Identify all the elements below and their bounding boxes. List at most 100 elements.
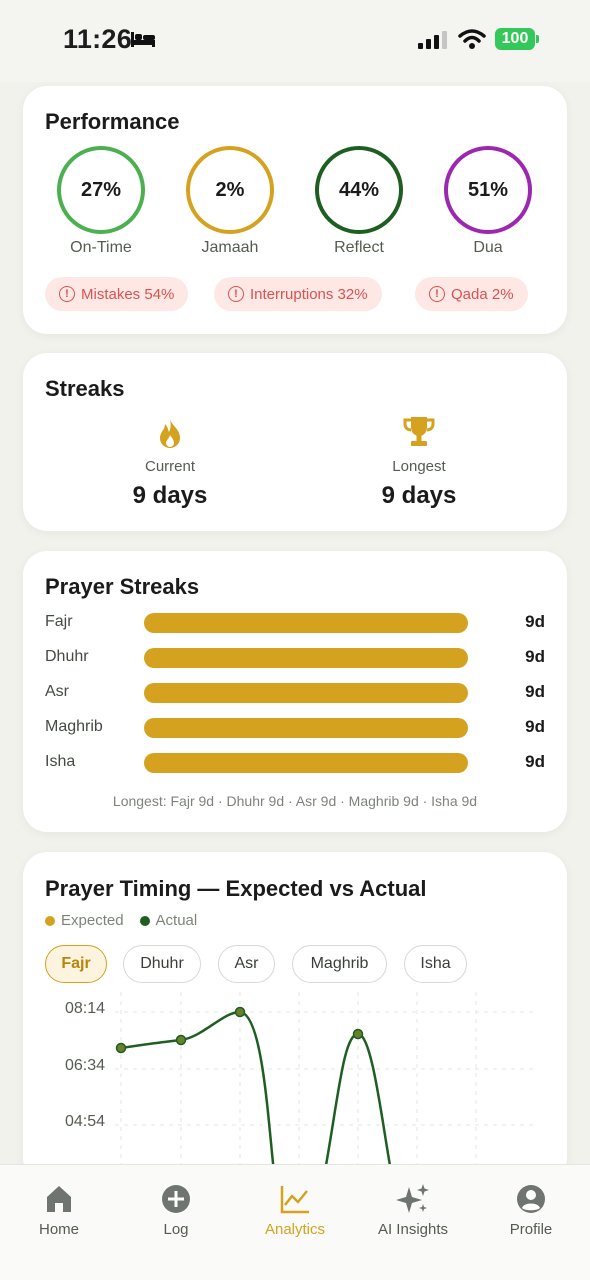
bottom-tab-bar: Home Log Analytics AI Insights Profile <box>0 1164 590 1280</box>
tab-home[interactable]: Home <box>4 1183 114 1238</box>
bed-icon <box>131 32 155 47</box>
ring-label: On-Time <box>70 239 132 256</box>
battery-indicator: 100 <box>495 28 535 50</box>
streaks-card: Streaks Current 9 days Longest 9 days <box>23 353 567 531</box>
alert-icon: ! <box>59 286 75 302</box>
current-streak-value: 9 days <box>132 482 208 509</box>
prayer-streak-row: Asr 9d <box>45 681 545 705</box>
tab-label: AI Insights <box>377 1221 449 1238</box>
alert-icon: ! <box>228 286 244 302</box>
tab-profile[interactable]: Profile <box>476 1183 586 1238</box>
longest-streak-label: Longest <box>392 458 446 475</box>
chart-legend: Expected Actual <box>45 912 197 929</box>
performance-title: Performance <box>45 109 180 134</box>
ring-jamaah: 2% <box>186 146 274 234</box>
legend-dot-expected <box>45 915 55 926</box>
prayer-name: Dhuhr <box>45 648 89 665</box>
y-tick-label: 08:14 <box>65 1000 105 1017</box>
tab-dhuhr[interactable]: Dhuhr <box>123 945 201 983</box>
tab-log[interactable]: Log <box>121 1183 231 1238</box>
status-bar: 11:26 100 <box>0 0 590 82</box>
ring-value: 27% <box>80 178 122 201</box>
trophy-icon <box>403 417 435 446</box>
tab-fajr[interactable]: Fajr <box>45 945 107 983</box>
ring-on-time: 27% <box>57 146 145 234</box>
prayer-name: Asr <box>45 683 69 700</box>
tab-maghrib[interactable]: Maghrib <box>292 945 387 983</box>
performance-card: Performance 27% On-Time 2% Jamaah 44% Re… <box>23 86 567 334</box>
ring-value: 2% <box>215 178 245 201</box>
tab-label: Analytics <box>264 1221 326 1238</box>
legend-actual-label: Actual <box>155 912 198 929</box>
legend-expected: Expected <box>45 912 124 929</box>
prayer-name: Maghrib <box>45 718 103 735</box>
prayer-timing-title: Prayer Timing — Expected vs Actual <box>45 876 427 901</box>
prayer-streaks-card: Prayer Streaks Fajr 9d Dhuhr 9d Asr 9d M… <box>23 551 567 832</box>
longest-streak-value: 9 days <box>381 482 457 509</box>
legend-actual: Actual <box>139 912 198 929</box>
pill-label: Mistakes 54% <box>81 285 175 303</box>
prayer-timing-card: Prayer Timing — Expected vs Actual Expec… <box>23 852 567 1182</box>
ring-label: Reflect <box>334 239 384 256</box>
tab-isha[interactable]: Isha <box>404 945 467 983</box>
battery-cap <box>536 35 539 43</box>
actual-point <box>352 1028 364 1040</box>
prayer-streaks-title: Prayer Streaks <box>45 574 200 599</box>
streak-value: 9d <box>525 717 545 736</box>
ring-value: 51% <box>467 178 509 201</box>
y-tick-label: 04:54 <box>65 1113 105 1130</box>
actual-point <box>234 1006 246 1018</box>
tab-asr[interactable]: Asr <box>218 945 275 983</box>
prayer-streak-row: Fajr 9d <box>45 611 545 635</box>
flame-icon <box>160 419 180 448</box>
prayer-streak-row: Dhuhr 9d <box>45 646 545 670</box>
streak-bar <box>144 613 468 633</box>
person-circle-icon <box>517 1185 545 1213</box>
legend-dot-actual <box>139 915 150 926</box>
mistakes-pill[interactable]: ! Mistakes 54% <box>45 277 189 311</box>
ring-reflect: 44% <box>315 146 403 234</box>
legend-expected-label: Expected <box>61 912 124 929</box>
ring-label: Jamaah <box>201 239 259 256</box>
interruptions-pill[interactable]: ! Interruptions 32% <box>214 277 382 311</box>
prayer-name: Fajr <box>45 613 73 630</box>
prayer-name: Isha <box>45 753 76 770</box>
streak-bar <box>144 718 468 738</box>
chart-icon <box>280 1186 309 1214</box>
actual-series-line <box>120 1010 395 1182</box>
streak-value: 9d <box>525 682 545 701</box>
tab-label: Home <box>38 1221 79 1238</box>
plus-circle-icon <box>162 1185 190 1213</box>
streak-bar <box>144 648 468 668</box>
prayer-streak-row: Maghrib 9d <box>45 716 545 740</box>
wifi-icon <box>458 29 486 49</box>
streak-value: 9d <box>525 647 545 666</box>
status-time: 11:26 <box>63 24 133 54</box>
ring-value: 44% <box>338 178 380 201</box>
qada-pill[interactable]: ! Qada 2% <box>415 277 528 311</box>
ring-label: Dua <box>473 239 503 256</box>
streaks-title: Streaks <box>45 376 125 401</box>
tab-ai-insights[interactable]: AI Insights <box>358 1183 468 1238</box>
streak-value: 9d <box>525 752 545 771</box>
tab-analytics[interactable]: Analytics <box>240 1183 350 1238</box>
streak-bar <box>144 753 468 773</box>
actual-point <box>115 1042 127 1054</box>
home-icon <box>47 1186 71 1212</box>
actual-point <box>175 1034 187 1046</box>
tab-label: Log <box>163 1221 189 1238</box>
signal-icon <box>418 31 447 49</box>
pill-label: Interruptions 32% <box>250 285 368 303</box>
prayer-streak-row: Isha 9d <box>45 751 545 775</box>
timing-chart: 08:14 06:34 04:54 <box>65 992 537 1182</box>
prayer-streaks-footer: Longest: Fajr 9d · Dhuhr 9d · Asr 9d · M… <box>112 793 478 809</box>
current-streak-label: Current <box>144 458 196 475</box>
streak-value: 9d <box>525 612 545 631</box>
sparkles-icon <box>396 1184 429 1213</box>
ring-dua: 51% <box>444 146 532 234</box>
pill-label: Qada 2% <box>451 285 514 303</box>
tab-label: Profile <box>509 1221 553 1238</box>
streak-bar <box>144 683 468 703</box>
y-tick-label: 06:34 <box>65 1057 105 1074</box>
alert-icon: ! <box>429 286 445 302</box>
